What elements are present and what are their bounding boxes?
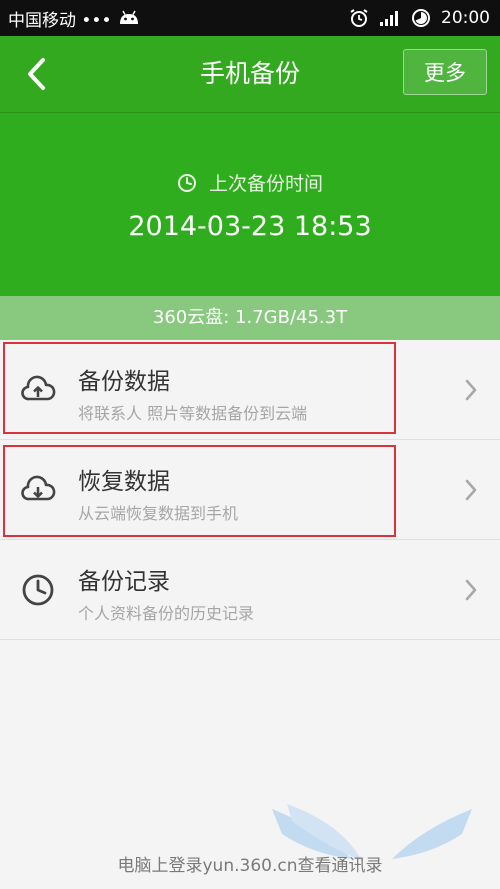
chevron-right-icon bbox=[465, 579, 477, 601]
clock-icon bbox=[177, 173, 196, 192]
back-button[interactable] bbox=[14, 52, 58, 96]
menu-item-description: 从云端恢复数据到手机 bbox=[78, 504, 239, 523]
backup-menu: 备份数据 将联系人 照片等数据备份到云端 恢复数据 从云端恢复数据到手机 备份记… bbox=[0, 340, 500, 640]
cloud-upload-icon bbox=[21, 375, 56, 401]
chevron-right-icon bbox=[465, 379, 477, 401]
android-icon bbox=[119, 10, 138, 24]
menu-item-restore-data[interactable]: 恢复数据 从云端恢复数据到手机 bbox=[0, 440, 500, 540]
cloud-storage-usage: 360云盘: 1.7GB/45.3T bbox=[0, 296, 500, 340]
chevron-right-icon bbox=[465, 479, 477, 501]
battery-icon bbox=[412, 9, 430, 27]
last-backup-time: 2014-03-23 18:53 bbox=[128, 211, 372, 242]
menu-item-backup-data[interactable]: 备份数据 将联系人 照片等数据备份到云端 bbox=[0, 340, 500, 440]
menu-item-backup-history[interactable]: 备份记录 个人资料备份的历史记录 bbox=[0, 540, 500, 640]
cloud-download-icon bbox=[21, 475, 56, 501]
signal-icon bbox=[380, 11, 398, 26]
alarm-icon bbox=[350, 9, 368, 27]
menu-item-title: 恢复数据 bbox=[78, 469, 170, 495]
menu-item-description: 个人资料备份的历史记录 bbox=[78, 604, 255, 623]
menu-item-title: 备份数据 bbox=[78, 369, 170, 395]
app-header: 手机备份 更多 bbox=[0, 36, 500, 113]
last-backup-panel: 上次备份时间 2014-03-23 18:53 bbox=[0, 113, 500, 296]
more-button[interactable]: 更多 bbox=[403, 49, 487, 95]
clock-time: 20:00 bbox=[441, 8, 490, 28]
carrier-label: 中国移动 ••• bbox=[8, 10, 112, 31]
clock-icon bbox=[22, 574, 54, 606]
footer-hint: 电脑上登录yun.360.cn查看通讯录 bbox=[117, 856, 383, 876]
last-backup-label-row: 上次备份时间 bbox=[0, 169, 500, 196]
menu-item-description: 将联系人 照片等数据备份到云端 bbox=[78, 404, 308, 423]
menu-item-title: 备份记录 bbox=[78, 569, 170, 595]
chevron-left-icon bbox=[28, 58, 45, 90]
status-bar: 中国移动 ••• 20:00 bbox=[0, 0, 500, 36]
last-backup-label: 上次备份时间 bbox=[208, 173, 323, 195]
